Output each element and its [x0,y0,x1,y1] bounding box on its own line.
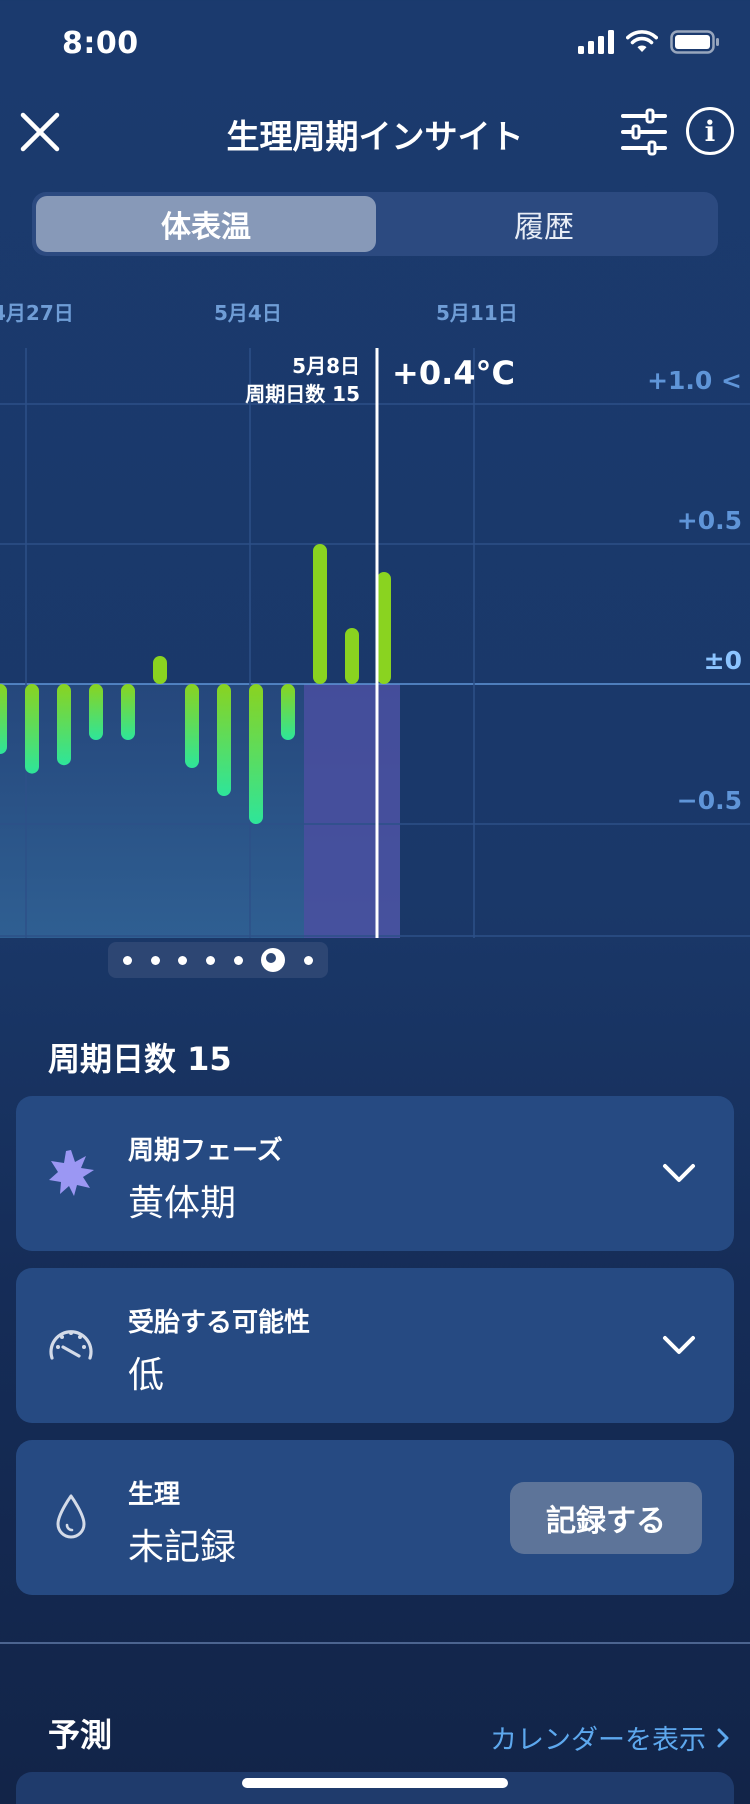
temperature-bar[interactable] [345,628,359,684]
cycle-phase-value: 黄体期 [128,1183,237,1224]
temperature-bar[interactable] [153,656,167,684]
temperature-bar[interactable] [217,684,231,796]
filter-button[interactable] [620,108,668,156]
temperature-bar[interactable] [185,684,199,768]
period-value: 未記録 [128,1527,237,1568]
fertility-card[interactable]: 受胎する可能性 低 [16,1268,734,1423]
temperature-chart[interactable] [0,348,750,938]
selected-temperature: +0.4°C [392,354,515,392]
status-icons [578,30,720,54]
chevron-down-icon[interactable] [660,1154,698,1192]
temperature-bar[interactable] [249,684,263,824]
y-tick-label: −0.5 [676,786,742,815]
record-button[interactable]: 記録する [510,1482,702,1554]
period-card: 生理 未記録 記録する [16,1440,734,1595]
chevron-right-icon [717,1728,729,1747]
scroll-left-icon[interactable]: < [721,366,742,395]
temperature-bar[interactable] [89,684,103,740]
pager-dot[interactable] [123,955,133,965]
gauge-icon [49,1330,93,1360]
info-button[interactable]: i [686,107,734,155]
pager-dot[interactable] [303,955,313,965]
pager-dot[interactable] [261,948,286,972]
chart-pager[interactable] [108,942,328,978]
x-tick-label: 5月11日 [436,301,518,325]
period-label: 生理 [128,1480,181,1510]
temperature-bar[interactable] [25,684,39,774]
info-icon: i [704,114,716,148]
selected-cycle-day: 周期日数 15 [245,382,360,406]
y-tick-label: +1.0 < [647,366,742,395]
selected-date-label: 5月8日 [292,354,360,378]
signal-icon [578,30,614,54]
segmented-control: 体表温 履歴 [32,192,718,256]
pager-dot[interactable] [178,955,188,965]
luteal-phase-shade [304,684,400,938]
pager-dot[interactable] [233,955,243,965]
tab-history[interactable]: 履歴 [374,196,714,252]
wifi-icon [626,30,658,52]
selected-date: 5月8日 周期日数 15 [245,352,360,408]
tab-skin-temperature[interactable]: 体表温 [36,196,376,252]
status-time: 8:00 [62,26,139,61]
fertility-label: 受胎する可能性 [128,1308,311,1338]
temperature-bar[interactable] [281,684,295,740]
cycle-phase-card[interactable]: 周期フェーズ 黄体期 [16,1096,734,1251]
sliders-icon [621,108,667,156]
show-calendar-label: カレンダーを表示 [490,1725,706,1756]
y-tick-label: +0.5 [676,506,742,535]
x-tick-label: 5月4日 [214,301,282,325]
forecast-title: 予測 [48,1716,113,1754]
battery-icon [670,30,719,54]
home-indicator[interactable] [242,1778,508,1788]
temperature-bar[interactable] [121,684,135,740]
temperature-bar[interactable] [313,544,327,684]
starburst-icon [49,1150,94,1196]
pager-dot[interactable] [205,955,215,965]
fertility-value: 低 [128,1355,165,1396]
temperature-bar[interactable] [57,684,71,766]
temperature-bar[interactable] [377,572,391,684]
forecast-card[interactable] [16,1772,734,1804]
divider [0,1642,750,1644]
section-title: 周期日数 15 [48,1040,232,1078]
cycle-phase-label: 周期フェーズ [128,1136,283,1166]
temperature-bar[interactable] [0,684,7,754]
y-tick-label: ±0 [703,646,742,675]
show-calendar-link[interactable]: カレンダーを表示 [490,1718,730,1757]
pager-dot[interactable] [150,955,160,965]
x-tick-label: 4月27日 [0,301,74,325]
chevron-down-icon[interactable] [660,1326,698,1364]
drop-icon [56,1494,86,1539]
